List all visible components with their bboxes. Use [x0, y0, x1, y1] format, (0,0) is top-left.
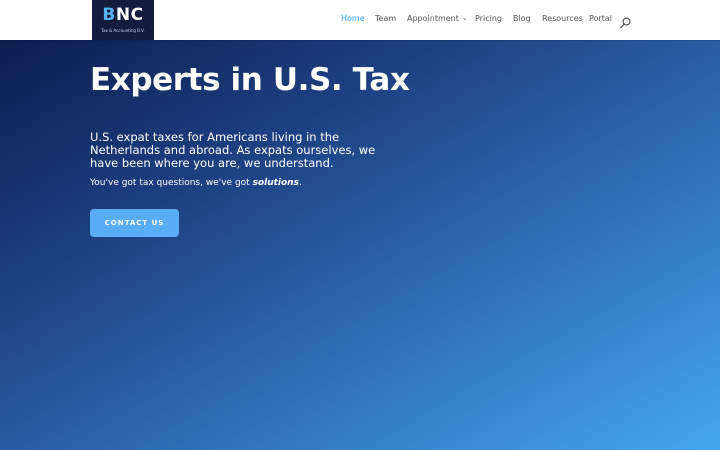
site-header: BNC Tax & Accounting B.V. Home Team Appo… — [0, 0, 720, 40]
nav-item-pricing[interactable]: Pricing — [475, 14, 502, 23]
hero-section: Experts in U.S. Tax U.S. expat taxes for… — [0, 40, 720, 450]
logo-letters: NC — [115, 5, 144, 25]
hero-description: U.S. expat taxes for Americans living in… — [90, 130, 376, 170]
nav-item-resources[interactable]: Resources — [542, 14, 583, 23]
hero-tagline-prefix: You've got tax questions, we've got — [90, 178, 253, 188]
hero-title: Experts in U.S. Tax — [90, 62, 410, 98]
nav-item-home[interactable]: Home — [341, 14, 365, 23]
nav-item-appointment[interactable]: Appointment ⌄ — [407, 14, 468, 23]
nav-item-portal[interactable]: Portal — [589, 14, 612, 23]
nav-item-appointment-label: Appointment — [407, 14, 459, 23]
nav-item-team[interactable]: Team — [375, 14, 396, 23]
hero-tagline-emphasis: solutions — [252, 178, 299, 188]
site-logo[interactable]: BNC Tax & Accounting B.V. — [92, 0, 154, 40]
hero-tagline-suffix: . — [298, 178, 302, 188]
logo-accent-letter: B — [102, 5, 116, 25]
chevron-down-icon: ⌄ — [461, 14, 468, 22]
hero-tagline: You've got tax questions, we've got solu… — [90, 178, 390, 188]
logo-wordmark: BNC — [92, 5, 154, 25]
search-icon[interactable] — [620, 14, 631, 29]
logo-tagline: Tax & Accounting B.V. — [101, 28, 145, 33]
contact-us-button[interactable]: CONTACT US — [90, 209, 179, 237]
nav-item-blog[interactable]: Blog — [513, 14, 531, 23]
